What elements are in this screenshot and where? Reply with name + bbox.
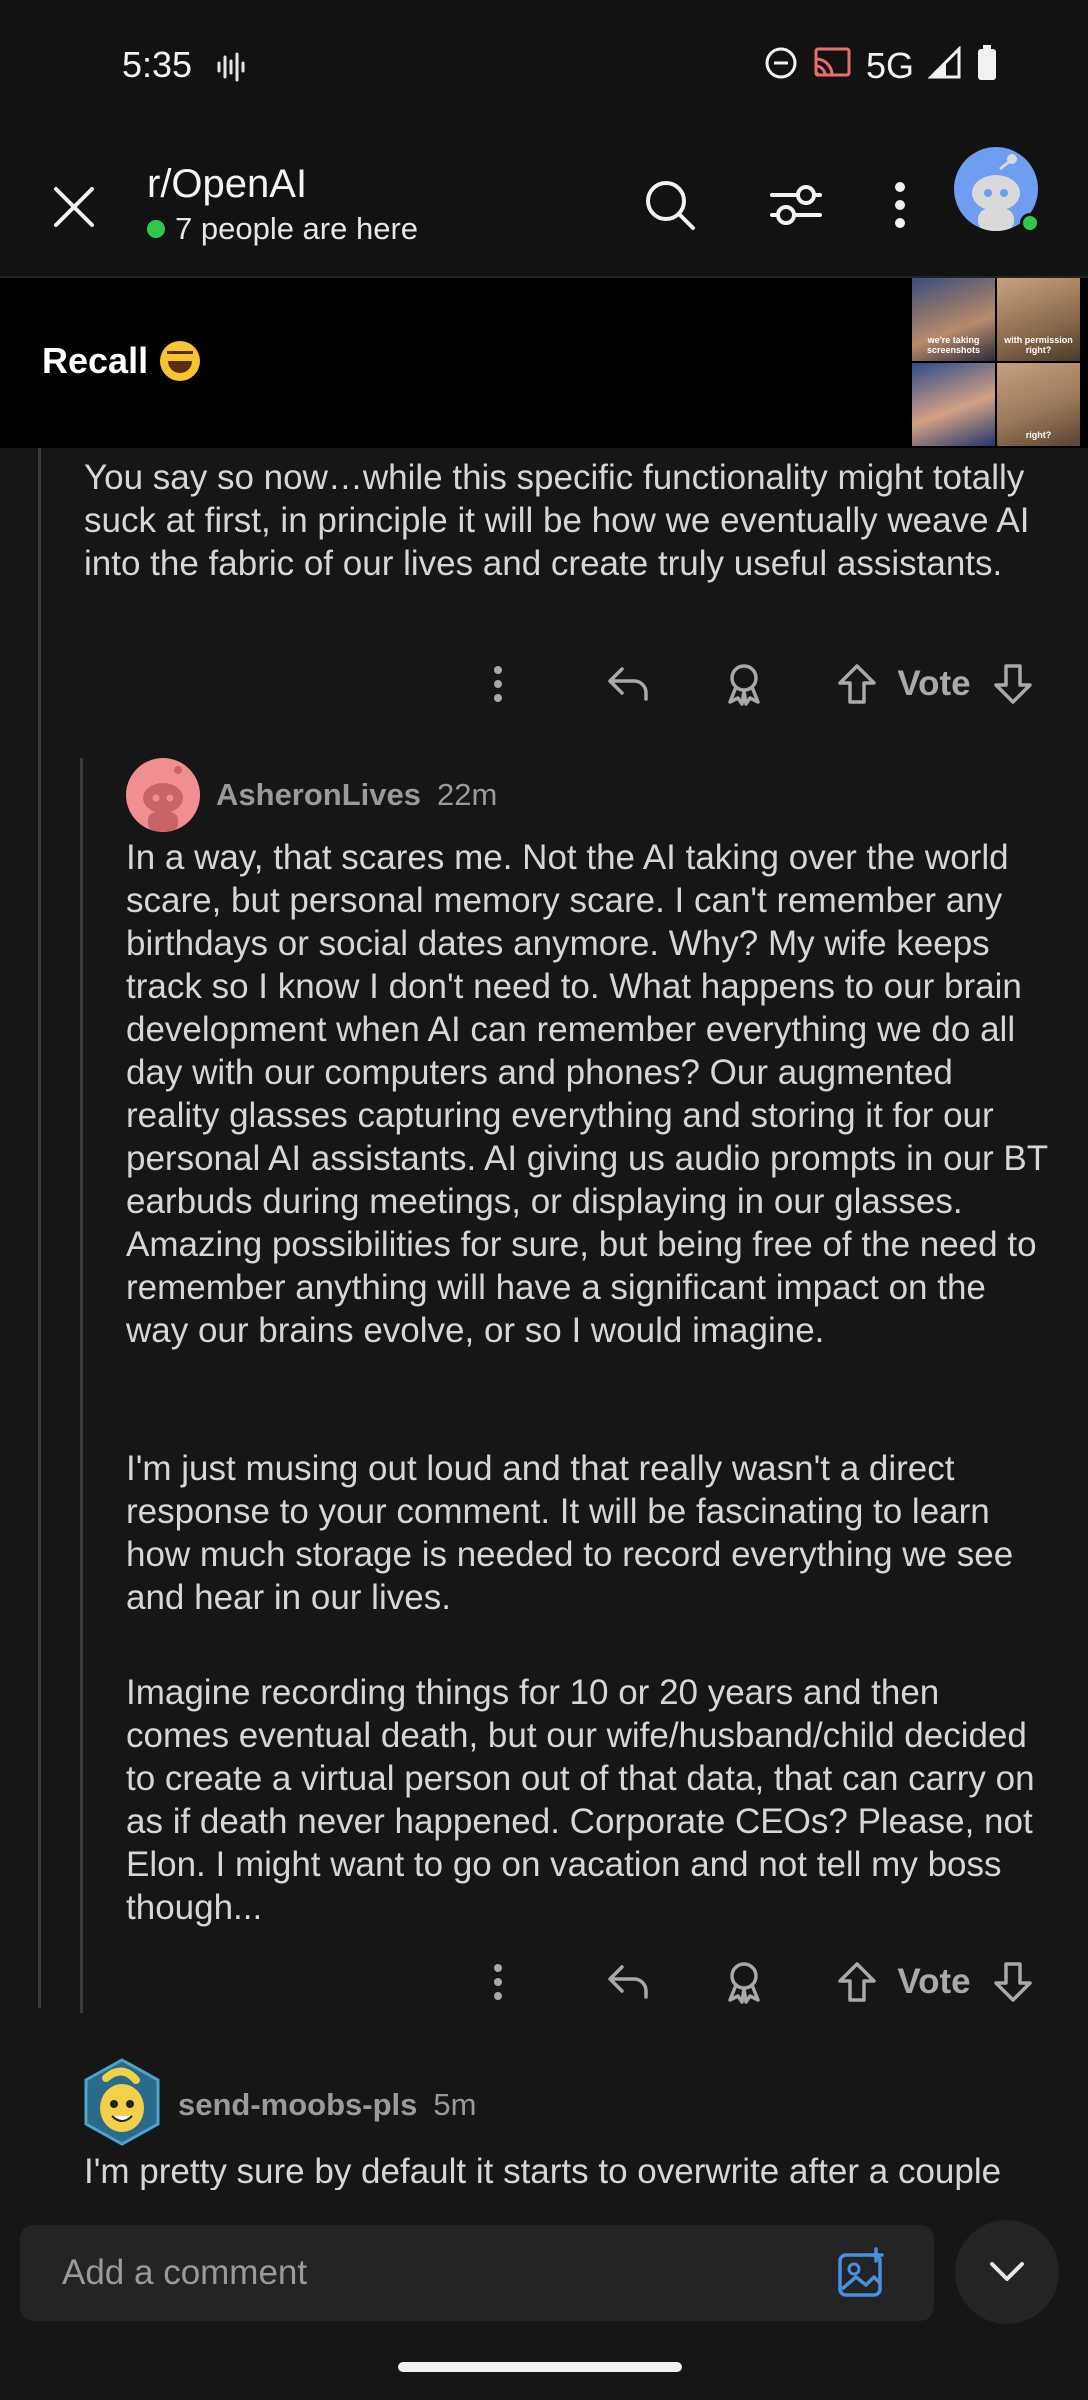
- award-icon: [728, 1962, 760, 2004]
- author-avatar[interactable]: [126, 758, 200, 832]
- app-header: r/OpenAI 7 people are here: [0, 135, 1088, 278]
- upvote-button[interactable]: [832, 654, 882, 714]
- laughing-emoji-icon: [160, 341, 201, 381]
- comment-more-button[interactable]: [470, 1952, 526, 2012]
- post-banner[interactable]: Recall we're taking screenshots with per…: [0, 278, 1088, 448]
- upvote-icon: [838, 664, 876, 704]
- reply-button[interactable]: [598, 654, 658, 714]
- chevron-down-icon: [990, 2262, 1024, 2281]
- upvote-icon: [838, 1962, 876, 2002]
- author-avatar[interactable]: [82, 2058, 162, 2151]
- downvote-icon: [994, 664, 1032, 704]
- filter-button[interactable]: [758, 167, 834, 243]
- vote-label: Vote: [897, 664, 971, 703]
- cast-icon: [812, 46, 852, 85]
- status-indicators: 5G: [764, 44, 998, 87]
- downvote-icon: [994, 1962, 1032, 2002]
- comment-actions: Vote: [470, 654, 1050, 714]
- upvote-button[interactable]: [832, 1952, 882, 2012]
- thumbnail-caption: with permission right?: [1004, 335, 1073, 355]
- post-title-text: Recall: [42, 340, 149, 381]
- audio-wave-icon: [216, 52, 246, 87]
- reply-icon: [608, 1965, 648, 1999]
- thumbnail-caption: right?: [1025, 430, 1052, 440]
- thread-line[interactable]: [80, 758, 83, 2013]
- more-vert-icon: [494, 1964, 502, 2000]
- thumbnail-panel: we're taking screenshots: [912, 278, 995, 361]
- post-thumbnail[interactable]: we're taking screenshots with permission…: [912, 278, 1080, 446]
- network-type: 5G: [865, 44, 914, 86]
- screen: 5:35 5G r/OpenAI 7 people are here Recal…: [0, 0, 1088, 2400]
- battery-icon: [976, 44, 998, 87]
- close-icon: [54, 187, 94, 227]
- comment-age: 5m: [433, 2086, 477, 2122]
- user-avatar-button[interactable]: [954, 147, 1040, 233]
- do-not-disturb-icon: [764, 46, 798, 85]
- presence-text: 7 people are here: [175, 211, 419, 246]
- subreddit-title[interactable]: r/OpenAI: [147, 162, 307, 207]
- vote-count: Vote: [894, 654, 974, 714]
- downvote-button[interactable]: [988, 1952, 1038, 2012]
- composer-placeholder: Add a comment: [62, 2253, 308, 2292]
- attach-image-button[interactable]: [836, 2247, 888, 2299]
- image-icon: [838, 2247, 884, 2297]
- award-icon: [728, 664, 760, 706]
- award-button[interactable]: [714, 1952, 774, 2012]
- banana-avatar-icon: [84, 2058, 160, 2146]
- comment-actions: Vote: [470, 1952, 1050, 2012]
- more-vert-icon: [895, 182, 905, 228]
- status-bar: 5:35 5G: [0, 0, 1088, 135]
- signal-icon: [927, 45, 962, 85]
- status-time: 5:35: [122, 44, 193, 85]
- comment-paragraph: I'm just musing out loud and that really…: [126, 1449, 1014, 1617]
- comment-paragraph: Imagine recording things for 10 or 20 ye…: [126, 1673, 1035, 1927]
- award-button[interactable]: [714, 654, 774, 714]
- downvote-button[interactable]: [988, 654, 1038, 714]
- presence-indicator: 7 people are here: [147, 211, 418, 247]
- more-vert-icon: [494, 666, 502, 702]
- comment-age: 22m: [437, 777, 498, 812]
- filter-icon: [770, 185, 822, 225]
- author-name[interactable]: send-moobs-pls: [178, 2087, 417, 2123]
- author-name[interactable]: AsheronLives: [216, 777, 421, 813]
- vote-label: Vote: [897, 1962, 971, 2001]
- comment-composer[interactable]: Add a comment: [20, 2225, 934, 2321]
- snoo-avatar-icon: [143, 766, 183, 832]
- vote-count: Vote: [894, 1952, 974, 2012]
- thumbnail-panel: with permission right?: [997, 278, 1080, 361]
- online-status-icon: [1020, 213, 1040, 233]
- comment-paragraph: In a way, that scares me. Not the AI tak…: [126, 838, 1048, 1350]
- search-icon: [646, 181, 695, 230]
- home-indicator[interactable]: [398, 2362, 682, 2372]
- close-button[interactable]: [40, 173, 108, 241]
- comment-more-button[interactable]: [470, 654, 526, 714]
- collapse-button[interactable]: [955, 2220, 1059, 2324]
- comment-author[interactable]: send-moobs-pls 5m: [82, 2058, 476, 2151]
- thumbnail-panel: [912, 363, 995, 446]
- reply-icon: [608, 667, 648, 701]
- thumbnail-caption: we're taking screenshots: [926, 335, 981, 355]
- thread-line[interactable]: [38, 448, 41, 2008]
- more-options-button[interactable]: [862, 167, 938, 243]
- reply-button[interactable]: [598, 1952, 658, 2012]
- search-button[interactable]: [632, 167, 708, 243]
- post-title: Recall: [42, 340, 201, 382]
- comment-body: You say so now…while this specific funct…: [84, 458, 1030, 583]
- online-dot-icon: [147, 220, 165, 238]
- thumbnail-panel: right?: [997, 363, 1080, 446]
- comment-author[interactable]: AsheronLives 22m: [126, 758, 497, 832]
